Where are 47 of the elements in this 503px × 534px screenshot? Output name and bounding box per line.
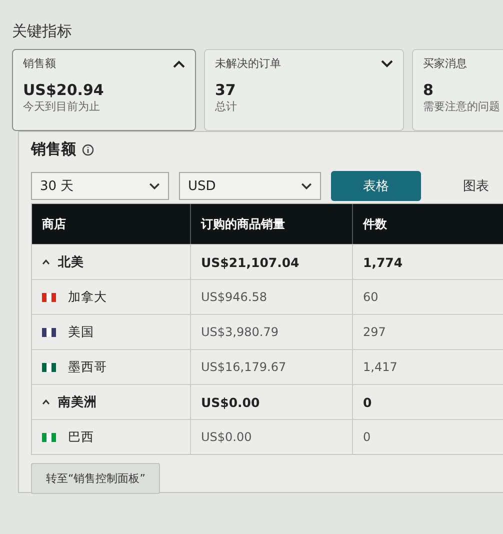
table-cell: 297 [352, 315, 503, 349]
metric-value: US$20.94 [23, 81, 105, 99]
caret-icon[interactable] [42, 259, 50, 265]
country-name: 巴西 [68, 428, 94, 446]
metric-card[interactable]: 未解决的订单 37 总计 [204, 49, 404, 131]
section-heading: 关键指标 [12, 22, 73, 41]
card-title: 未解决的订单 [215, 56, 281, 71]
card-title: 买家消息 [423, 56, 467, 71]
table-cell: 0 [352, 385, 503, 419]
metric-card[interactable]: 销售额 US$20.94 今天到目前为止 [12, 49, 196, 131]
table-cell: US$946.58 [190, 280, 352, 314]
column-header: 订购的商品销量 [190, 204, 352, 244]
panel-title: 销售额 [31, 140, 76, 159]
table-cell: US$0.00 [190, 420, 352, 454]
dashboard-button[interactable]: 转至“销售控制面板” [31, 463, 160, 494]
metric-value: 8 [423, 81, 434, 99]
table-cell: US$16,179.67 [190, 350, 352, 384]
currency-dropdown[interactable]: USD [179, 172, 321, 200]
metric-card[interactable]: 买家消息 8 需要注意的问题 [412, 49, 503, 131]
card-title: 销售额 [23, 56, 56, 71]
table-cell: 0 [352, 420, 503, 454]
info-icon[interactable] [82, 144, 94, 156]
table-cell: US$21,107.04 [190, 245, 352, 279]
metric-caption: 需要注意的问题 [423, 99, 501, 114]
column-header: 件数 [352, 204, 503, 244]
chevron-icon [301, 182, 312, 190]
country-name: 墨西哥 [68, 358, 107, 376]
caret-icon [381, 60, 393, 68]
caret-icon [173, 60, 185, 68]
table-cell: US$0.00 [190, 385, 352, 419]
table-cell: US$3,980.79 [190, 315, 352, 349]
caret-icon[interactable] [42, 399, 50, 405]
table-cell: 1,417 [352, 350, 503, 384]
metric-caption: 今天到目前为止 [23, 99, 101, 114]
country-name: 美国 [68, 324, 94, 340]
table-cell: 1,774 [352, 245, 503, 279]
country-name: 加拿大 [68, 288, 107, 306]
chevron-icon [149, 182, 160, 190]
period-dropdown[interactable]: 30 天 [31, 172, 169, 200]
metric-caption: 总计 [215, 99, 238, 114]
column-header: 商店 [41, 216, 67, 232]
region-name: 北美 [58, 254, 84, 270]
region-name: 南美洲 [58, 394, 97, 410]
metric-value: 37 [215, 81, 237, 99]
view-tab[interactable]: 表格 [331, 171, 421, 201]
view-tab[interactable]: 图表 [431, 171, 503, 201]
table-cell: 60 [352, 280, 503, 314]
